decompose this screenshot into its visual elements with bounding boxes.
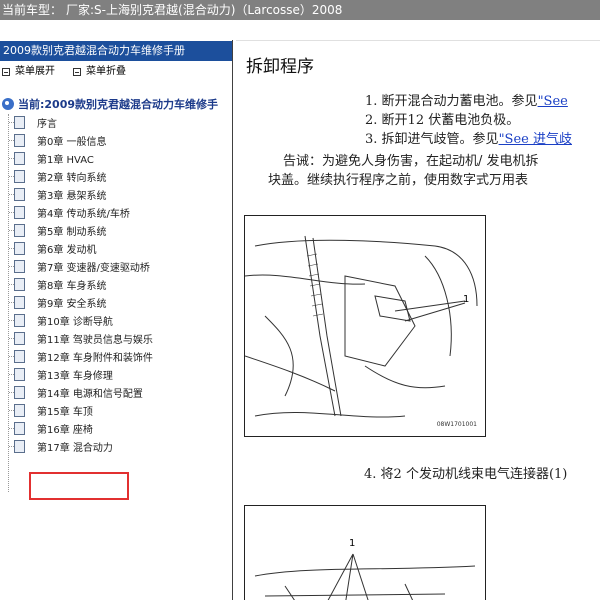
- window-title-bar: 当前车型： 厂家:S-上海别克君越(混合动力)（Larcosse）2008: [0, 0, 600, 20]
- tree-item-label: 第4章 传动系统/车桥: [37, 208, 130, 220]
- tree-item[interactable]: 第4章 传动系统/车桥: [9, 204, 130, 220]
- page-title: 拆卸程序: [246, 57, 314, 77]
- tree-item[interactable]: 第6章 发动机: [9, 240, 97, 256]
- collapse-icon: [73, 68, 81, 76]
- content-divider: [236, 40, 600, 41]
- step-1: 1. 断开混合动力蓄电池。参见"See: [365, 90, 568, 109]
- caution-line-2: 块盖。继续执行程序之前，使用数字式万用表: [268, 173, 529, 188]
- tree-item-label: 第7章 变速器/变速驱动桥: [37, 262, 150, 274]
- figure-2-callout: 1: [349, 538, 356, 549]
- document-icon: [9, 331, 25, 345]
- content-pane: 拆卸程序 1. 断开混合动力蓄电池。参见"See 2. 断开12 伏蓄电池负极。…: [236, 20, 600, 600]
- document-icon: [9, 349, 25, 363]
- step-3-link[interactable]: "See 进气歧: [499, 132, 572, 147]
- step-2-number: 2.: [365, 113, 378, 128]
- tree-item[interactable]: 第12章 车身附件和装饰件: [9, 348, 153, 364]
- document-icon: [9, 403, 25, 417]
- tree-item-label: 第6章 发动机: [37, 244, 97, 256]
- tree-item[interactable]: 序言: [9, 114, 57, 130]
- tree-item[interactable]: 第10章 诊断导航: [9, 312, 113, 328]
- expand-icon: [2, 68, 10, 76]
- step-4: 4. 将2 个发动机线束电气连接器(1): [364, 467, 568, 482]
- step-3-number: 3.: [365, 132, 378, 147]
- selected-item-highlight: [29, 472, 129, 500]
- expand-menu-label: 菜单展开: [15, 66, 55, 77]
- tree-item-label: 序言: [37, 118, 57, 130]
- document-icon: [9, 439, 25, 453]
- expand-menu-button[interactable]: 菜单展开: [2, 64, 55, 80]
- caution-line-1: 告诫：为避免人身伤害，在起动机/ 发电机拆: [283, 154, 539, 169]
- tree-item-label: 第2章 转向系统: [37, 172, 107, 184]
- document-icon: [9, 367, 25, 381]
- current-model-name: 厂家:S-上海别克君越(混合动力)（Larcosse）2008: [66, 3, 343, 17]
- tree-item[interactable]: 第5章 制动系统: [9, 222, 107, 238]
- engine-illustration: [245, 235, 478, 418]
- engine-connector-figure: 1 08W1701001: [244, 215, 486, 437]
- tree-item-label: 第0章 一般信息: [37, 136, 107, 148]
- tree-item-label: 第10章 诊断导航: [37, 316, 113, 328]
- connector-illustration: [254, 553, 476, 600]
- collapse-menu-button[interactable]: 菜单折叠: [73, 64, 126, 80]
- tree-item[interactable]: 第16章 座椅: [9, 420, 93, 436]
- step-2-text: 断开12 伏蓄电池负极。: [381, 113, 520, 128]
- document-icon: [9, 187, 25, 201]
- document-icon: [9, 151, 25, 165]
- menu-toolbar: 菜单展开 菜单折叠: [0, 64, 232, 80]
- current-model-label: 当前车型：: [2, 3, 63, 17]
- tree-item[interactable]: 第13章 车身修理: [9, 366, 113, 382]
- tree-item-label: 第8章 车身系统: [37, 280, 107, 292]
- tree-item[interactable]: 第14章 电源和信号配置: [9, 384, 143, 400]
- tree-item[interactable]: 第3章 悬架系统: [9, 186, 107, 202]
- tree-item-label: 第15章 车顶: [37, 406, 93, 418]
- document-icon: [9, 385, 25, 399]
- step-1-text: 断开混合动力蓄电池。参见: [381, 94, 538, 109]
- step-3-text: 拆卸进气歧管。参见: [381, 132, 499, 147]
- tree-item[interactable]: 第7章 变速器/变速驱动桥: [9, 258, 150, 274]
- tree-item[interactable]: 第0章 一般信息: [9, 132, 107, 148]
- tree-item[interactable]: 第8章 车身系统: [9, 276, 107, 292]
- tree-item[interactable]: 第9章 安全系统: [9, 294, 107, 310]
- document-icon: [9, 133, 25, 147]
- tree-item[interactable]: 第2章 转向系统: [9, 168, 107, 184]
- document-icon: [9, 421, 25, 435]
- tree-root-node[interactable]: 当前:2009款别克君越混合动力车维修手: [2, 95, 218, 113]
- tree-item[interactable]: 第15章 车顶: [9, 402, 93, 418]
- document-icon: [9, 277, 25, 291]
- step-1-number: 1.: [365, 94, 378, 109]
- document-icon: [9, 169, 25, 183]
- tree-item-label: 第12章 车身附件和装饰件: [37, 352, 153, 364]
- tree-item-label: 第14章 电源和信号配置: [37, 388, 143, 400]
- tree-item-label: 第17章 混合动力: [37, 442, 113, 454]
- document-icon: [9, 115, 25, 129]
- navigation-pane: 2009款别克君越混合动力车维修手册 菜单展开 菜单折叠 当前:2009款别克君…: [0, 40, 233, 600]
- tree-item[interactable]: 第17章 混合动力: [9, 438, 113, 454]
- tree-item-label: 第11章 驾驶员信息与娱乐: [37, 334, 153, 346]
- tree-item-label: 第5章 制动系统: [37, 226, 107, 238]
- document-icon: [9, 241, 25, 255]
- tree-item-label: 第13章 车身修理: [37, 370, 113, 382]
- figure-1-code: 08W1701001: [436, 421, 477, 428]
- step-3: 3. 拆卸进气歧管。参见"See 进气歧: [365, 128, 572, 147]
- connector-figure-2: 1: [244, 505, 486, 600]
- document-icon: [9, 259, 25, 273]
- document-icon: [9, 205, 25, 219]
- tree-item-label: 第9章 安全系统: [37, 298, 107, 310]
- step-2: 2. 断开12 伏蓄电池负极。: [365, 109, 519, 128]
- tree-item-label: 第16章 座椅: [37, 424, 93, 436]
- tree-item[interactable]: 第11章 驾驶员信息与娱乐: [9, 330, 153, 346]
- collapse-menu-label: 菜单折叠: [86, 66, 126, 77]
- manual-title-header: 2009款别克君越混合动力车维修手册: [0, 41, 232, 61]
- caution-note: 告诫：为避免人身伤害，在起动机/ 发电机拆 块盖。继续执行程序之前，使用数字式万…: [268, 152, 600, 190]
- manual-root-icon: [2, 98, 14, 110]
- document-icon: [9, 313, 25, 327]
- document-icon: [9, 295, 25, 309]
- figure-1-callout: 1: [463, 294, 470, 305]
- tree-item[interactable]: 第1章 HVAC: [9, 150, 94, 166]
- step-1-link[interactable]: "See: [538, 94, 568, 109]
- tree-root-label: 当前:2009款别克君越混合动力车维修手: [18, 98, 219, 111]
- tree-item-label: 第1章 HVAC: [37, 154, 94, 166]
- tree-item-label: 第3章 悬架系统: [37, 190, 107, 202]
- document-icon: [9, 223, 25, 237]
